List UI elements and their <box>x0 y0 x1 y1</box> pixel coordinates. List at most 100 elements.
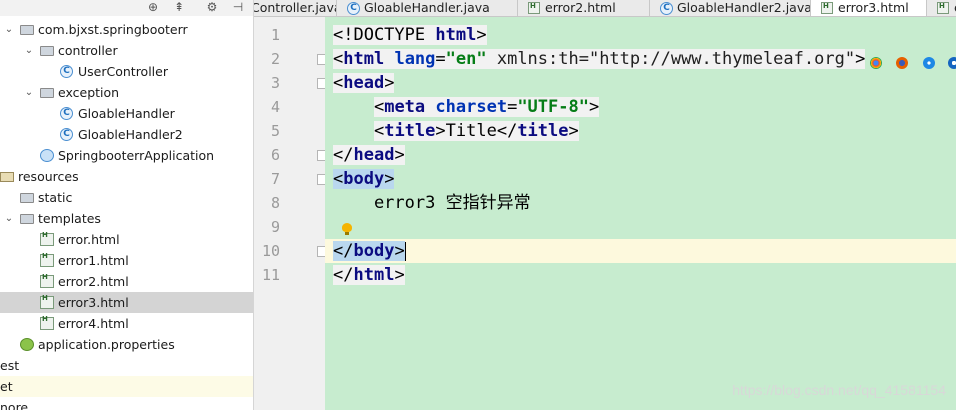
code-token: </ <box>496 121 518 141</box>
line-number: 9 <box>270 218 280 236</box>
tree-item[interactable]: est <box>0 355 253 376</box>
editor-tab[interactable]: Controller.java <box>254 0 337 16</box>
editor-tab[interactable]: error2.html <box>518 0 650 16</box>
tree-item[interactable]: error1.html <box>0 246 253 271</box>
code-text: </html> <box>333 263 405 287</box>
code-line[interactable]: <title>Title</title> <box>325 119 956 143</box>
tree-item-label: GloableHandler2 <box>78 127 183 142</box>
editor-tab[interactable]: C GloableHandler2.java <box>650 0 811 16</box>
code-token: > <box>384 169 395 189</box>
code-token: body <box>343 169 385 189</box>
tree-item-label: static <box>38 190 73 205</box>
line-number: 7 <box>270 170 280 188</box>
code-token: = <box>507 97 518 117</box>
collapse-icon[interactable]: ⇞ <box>172 0 186 14</box>
tree-item[interactable]: application.properties <box>0 334 253 355</box>
code-token: > <box>855 49 866 69</box>
line-number: 6 <box>270 146 280 164</box>
hide-icon[interactable]: ⊣ <box>231 0 245 14</box>
code-token: > <box>394 145 405 165</box>
html-icon <box>40 267 54 288</box>
folder-icon <box>40 46 54 56</box>
tree-item-label: est <box>0 358 20 373</box>
tree-item[interactable]: static <box>0 187 253 208</box>
editor-gutter: 1 2 3 4 5 6 7 8 9 10 11 <box>254 17 327 410</box>
code-text: <html lang="en" xmlns:th="http://www.thy… <box>333 47 866 71</box>
tree-item-label: error3.html <box>58 295 129 310</box>
code-line[interactable]: <meta charset="UTF-8"> <box>325 95 956 119</box>
code-token: < <box>373 121 385 141</box>
gear-icon[interactable]: ⚙ <box>205 0 219 14</box>
class-icon: C <box>60 65 73 78</box>
tree-item-label: SpringbooterrApplication <box>58 148 215 163</box>
code-token: < <box>333 49 344 69</box>
expand-arrow-icon[interactable]: ⌄ <box>4 208 14 229</box>
editor-tab[interactable]: error3.html <box>811 0 927 16</box>
code-token: </ <box>333 265 354 285</box>
code-token: > <box>394 241 405 261</box>
code-line[interactable] <box>325 215 956 239</box>
tree-item-label: error1.html <box>58 253 129 268</box>
code-token: < <box>333 73 344 93</box>
tree-item[interactable]: et <box>0 376 253 397</box>
code-line[interactable]: <head> <box>325 71 956 95</box>
tree-item[interactable]: ⌄ exception <box>0 82 253 103</box>
editor-tab[interactable]: er <box>927 0 956 16</box>
tree-item[interactable]: error4.html <box>0 309 253 334</box>
code-token: head <box>353 145 395 165</box>
code-line[interactable]: <!DOCTYPE html> <box>325 23 956 47</box>
code-line[interactable]: </body> <box>325 239 956 263</box>
html-icon <box>937 0 949 14</box>
code-editor[interactable]: <!DOCTYPE html> <html lang="en" xmlns:th=… <box>325 17 956 410</box>
tree-item-label: error4.html <box>58 316 129 331</box>
class-icon: C <box>347 2 360 15</box>
tree-item-label: controller <box>58 43 118 58</box>
tree-item[interactable]: error2.html <box>0 267 253 292</box>
tree-item[interactable]: SpringbooterrApplication <box>0 145 253 166</box>
code-line[interactable]: error3 空指针异常 <box>325 191 956 215</box>
tree-item[interactable]: error.html <box>0 225 253 250</box>
text-caret <box>404 241 406 261</box>
code-token: < <box>333 169 344 189</box>
line-number: 4 <box>270 98 280 116</box>
code-line[interactable]: </html> <box>325 263 956 287</box>
code-token: body <box>353 241 395 261</box>
line-number: 10 <box>261 242 280 260</box>
code-text: error3 空指针异常 <box>333 191 531 215</box>
tree-item[interactable]: ⌄ controller <box>0 40 253 61</box>
tree-toolbar: ⊕ ⇞ ⚙ ⊣ <box>0 0 253 16</box>
code-token: "UTF-8" <box>517 97 589 117</box>
code-token: "en" <box>445 49 487 69</box>
code-token: title <box>517 121 569 141</box>
line-number: 3 <box>270 74 280 92</box>
code-token: html <box>435 25 477 45</box>
code-line[interactable]: <body> <box>325 167 956 191</box>
target-icon[interactable]: ⊕ <box>146 0 160 14</box>
class-icon: C <box>60 107 73 120</box>
tree-item[interactable]: ⌄ com.bjxst.springbooterr <box>0 19 253 40</box>
tree-item[interactable]: error3.html <box>0 288 253 313</box>
expand-arrow-icon[interactable]: ⌄ <box>24 82 34 103</box>
tree-item[interactable]: C GloableHandler <box>0 103 253 124</box>
html-icon <box>40 309 54 330</box>
tree-item[interactable]: nore <box>0 397 253 410</box>
folder-icon <box>20 214 34 224</box>
tree-item[interactable]: resources <box>0 166 253 187</box>
code-token: </ <box>333 145 354 165</box>
html-icon <box>528 0 540 14</box>
expand-arrow-icon[interactable]: ⌄ <box>24 40 34 61</box>
code-token: </ <box>333 241 354 261</box>
editor-tab[interactable]: C GloableHandler.java <box>337 0 518 16</box>
tree-item[interactable]: C UserController <box>0 61 253 82</box>
code-line[interactable]: </head> <box>325 143 956 167</box>
html-icon <box>821 0 833 14</box>
tree-item-label: nore <box>0 400 29 410</box>
expand-arrow-icon[interactable]: ⌄ <box>4 19 14 40</box>
tree-item[interactable]: ⌄ templates <box>0 208 253 229</box>
tree-item[interactable]: C GloableHandler2 <box>0 124 253 145</box>
prop-icon <box>20 338 34 351</box>
code-line[interactable]: <html lang="en" xmlns:th="http://www.thy… <box>325 47 956 71</box>
code-token: lang <box>394 49 436 69</box>
code-text: <title>Title</title> <box>333 119 579 143</box>
code-text: <body> <box>333 167 395 191</box>
